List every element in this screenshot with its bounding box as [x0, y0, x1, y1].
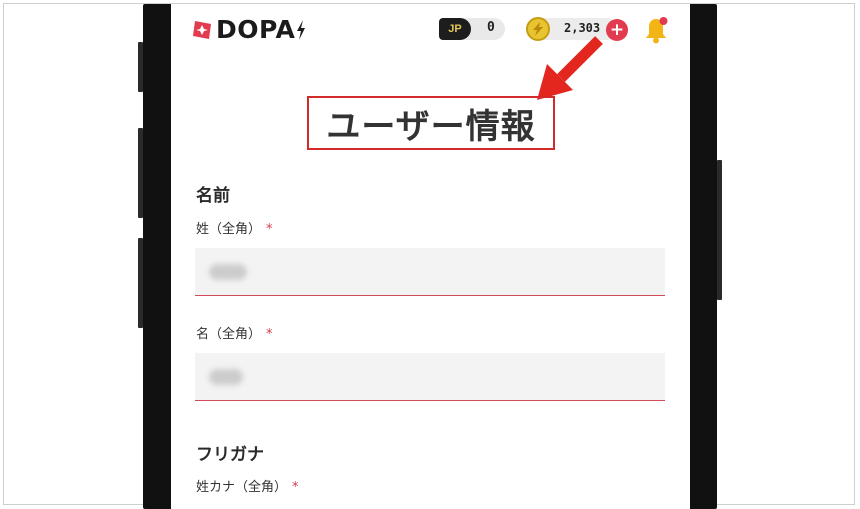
phone-side-button-3 — [138, 238, 143, 328]
jp-ticket-icon: JP — [439, 18, 471, 40]
phone-screen: DOPA JP 0 2,303 + ユーザー情報 名前 姓（全角） * 名（全角… — [171, 4, 690, 509]
kana-section-heading: フリガナ — [196, 445, 264, 465]
first-name-label: 名（全角） * — [196, 323, 273, 342]
jp-label: JP — [448, 23, 462, 35]
notification-bell-icon[interactable] — [643, 15, 669, 45]
page-title-highlight: ユーザー情報 — [307, 96, 555, 150]
jp-count: 0 — [487, 20, 495, 35]
required-mark: * — [266, 222, 273, 237]
logo-mark-icon — [193, 21, 211, 39]
last-name-blurred-value — [209, 264, 247, 280]
required-mark: * — [266, 327, 273, 342]
phone-side-button-4 — [717, 160, 722, 300]
name-section-heading: 名前 — [196, 186, 230, 206]
coin-count: 2,303 — [564, 21, 601, 35]
first-name-input[interactable] — [195, 353, 665, 401]
bolt-icon — [297, 20, 306, 40]
annotation-arrow-icon — [537, 36, 603, 100]
required-mark: * — [292, 480, 299, 495]
last-name-label: 姓（全角） * — [196, 218, 273, 237]
first-name-label-text: 名（全角） — [196, 327, 262, 342]
dopa-logo[interactable]: DOPA — [191, 16, 306, 44]
last-name-label-text: 姓（全角） — [196, 222, 262, 237]
page-title: ユーザー情報 — [326, 106, 536, 147]
first-name-blurred-value — [209, 369, 243, 385]
last-name-input[interactable] — [195, 248, 665, 296]
phone-side-button-1 — [138, 42, 143, 92]
plus-icon: + — [609, 19, 625, 40]
logo-text: DOPA — [216, 15, 296, 44]
phone-side-button-2 — [138, 128, 143, 218]
last-name-kana-label: 姓カナ（全角） * — [196, 476, 299, 495]
last-name-kana-label-text: 姓カナ（全角） — [196, 480, 288, 495]
jp-balance[interactable]: JP 0 — [439, 18, 505, 40]
